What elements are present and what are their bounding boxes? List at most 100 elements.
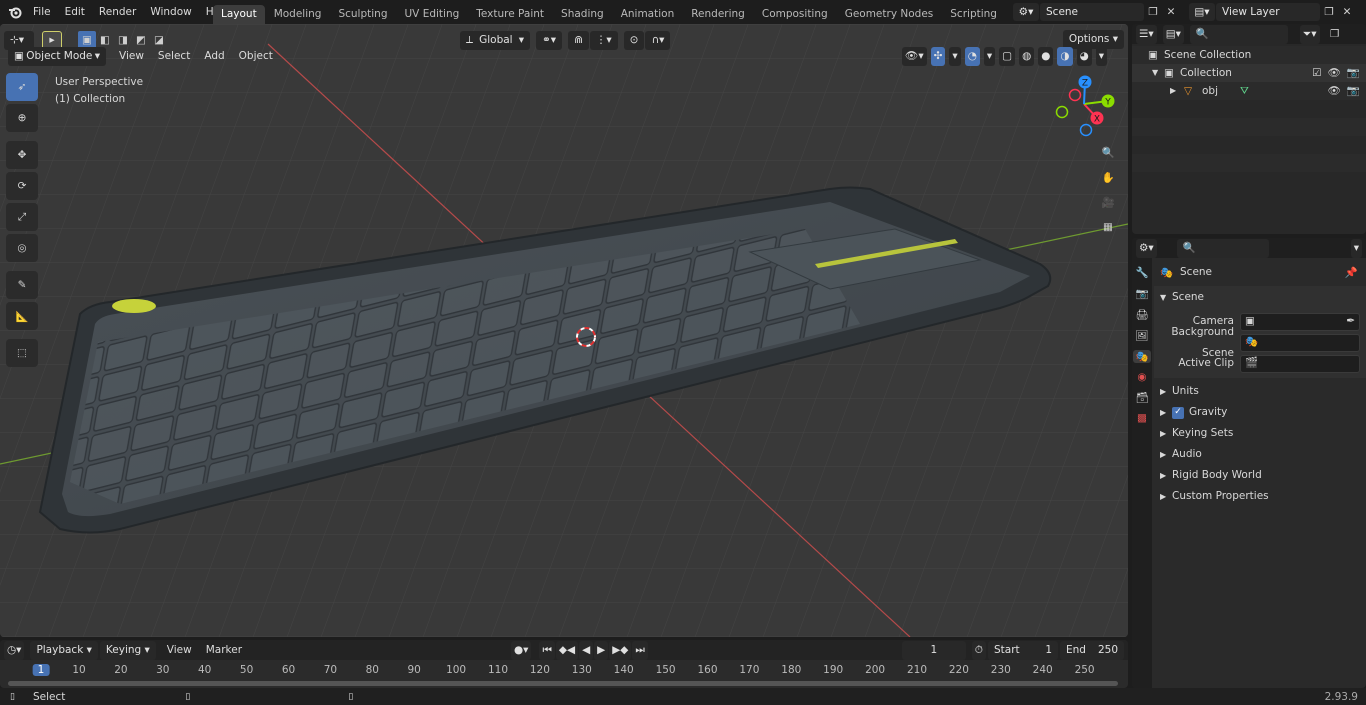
scene-tab-icon[interactable]: 🎭 [1133, 350, 1151, 363]
solid-shading-icon[interactable]: ● [1038, 46, 1054, 66]
menu-file[interactable]: File [26, 0, 58, 24]
camera-field[interactable]: ▣ ✒ [1240, 311, 1360, 332]
delete-view-layer-icon[interactable]: ✕ [1338, 3, 1356, 21]
current-frame-field[interactable]: 1 [901, 640, 966, 660]
preview-range-icon[interactable]: ⏱ [971, 640, 986, 660]
custom-properties-panel[interactable]: ▶ Custom Properties [1154, 486, 1366, 507]
timeline-view-menu[interactable]: View [160, 640, 199, 660]
transform-orientation-dropdown[interactable]: ⟂ Global ▾ [460, 30, 530, 50]
texture-tab-icon[interactable]: ▩ [1137, 412, 1147, 424]
overlay-toggle-icon[interactable]: ◔ [964, 46, 980, 66]
visibility-eye-icon[interactable]: 👁 [1328, 82, 1341, 100]
scene-type-icon[interactable]: ⚙▾ [1013, 3, 1039, 21]
view-layer-type-icon[interactable]: ▤▾ [1189, 3, 1215, 21]
menu-add[interactable]: Add [197, 46, 231, 66]
menu-window[interactable]: Window [143, 0, 198, 24]
snap-toggle-icon[interactable]: ⋒ [568, 30, 589, 50]
display-mode-dropdown[interactable]: ▤▾ [1162, 24, 1184, 44]
next-keyframe-icon[interactable]: ▶◆ [609, 640, 632, 660]
world-tab-icon[interactable]: ◉ [1137, 371, 1146, 383]
collection-tab-icon[interactable]: 🗃 [1135, 391, 1148, 404]
zoom-icon[interactable]: 🔍 [1097, 142, 1119, 162]
prev-keyframe-icon[interactable]: ◆◀ [555, 640, 579, 660]
properties-search-input[interactable]: 🔍 [1176, 238, 1269, 258]
camera-view-icon[interactable]: 🎥 [1097, 192, 1119, 212]
object-mode-dropdown[interactable]: ▣ Object Mode ▾ [8, 46, 106, 66]
expand-arrow-icon[interactable]: ▶ [1170, 82, 1184, 100]
tool-tab-icon[interactable]: 🔧 [1135, 266, 1148, 279]
measure-tool-icon[interactable]: 📐 [6, 302, 38, 330]
falloff-dropdown[interactable]: ∩▾ [645, 30, 671, 50]
view-layer-field[interactable]: View Layer [1216, 3, 1320, 21]
menu-render[interactable]: Render [92, 0, 143, 24]
units-panel[interactable]: ▶ Units [1154, 381, 1366, 402]
outliner-editor-dropdown[interactable]: ☰▾ [1136, 24, 1157, 44]
tab-sculpting[interactable]: Sculpting [330, 5, 395, 24]
eyedropper-icon[interactable]: ✒ [1346, 311, 1355, 332]
new-view-layer-icon[interactable]: ❐ [1320, 3, 1338, 21]
annotate-tool-icon[interactable]: ✎ [6, 271, 38, 299]
end-frame-field[interactable]: End 250 [1060, 640, 1124, 660]
ortho-toggle-icon[interactable]: ▦ [1097, 217, 1119, 237]
keying-sets-panel[interactable]: ▶ Keying Sets [1154, 423, 1366, 444]
outliner-row-obj[interactable]: ▶ ▽ obj ⛛ 👁 📷 [1132, 82, 1366, 100]
visibility-eye-icon[interactable]: 👁 [1328, 64, 1341, 82]
outliner-row-collection[interactable]: ▼ ▣ Collection ☑ 👁 📷 [1132, 64, 1366, 82]
rotate-tool-icon[interactable]: ⟳ [6, 172, 38, 200]
transform-tool-icon[interactable]: ◎ [6, 234, 38, 262]
exclude-checkbox[interactable]: ☑ [1312, 64, 1321, 82]
tab-layout[interactable]: Layout [213, 5, 265, 24]
render-tab-icon[interactable]: 📷 [1135, 287, 1148, 300]
tab-texture-paint[interactable]: Texture Paint [468, 5, 552, 24]
tab-animation[interactable]: Animation [613, 5, 683, 24]
background-scene-field[interactable]: 🎭 [1240, 333, 1360, 352]
playback-menu[interactable]: Playback ▾ [30, 640, 98, 660]
wireframe-shading-icon[interactable]: ◍ [1019, 46, 1035, 66]
visibility-dropdown[interactable]: 👁▾ [902, 46, 927, 66]
menu-view[interactable]: View [112, 46, 151, 66]
new-collection-icon[interactable]: ❐ [1326, 25, 1344, 43]
properties-editor-dropdown[interactable]: ⚙▾ [1136, 238, 1157, 258]
play-reverse-icon[interactable]: ◀ [579, 640, 594, 660]
scene-name-field[interactable]: Scene [1040, 3, 1144, 21]
current-frame-marker[interactable]: 1 [32, 664, 50, 676]
gizmo-toggle-icon[interactable]: ✣ [930, 46, 946, 66]
menu-select[interactable]: Select [151, 46, 197, 66]
filter-icon[interactable]: ⏷▾ [1299, 24, 1320, 44]
properties-options-dropdown[interactable]: ▾ [1350, 238, 1362, 258]
shading-dropdown[interactable]: ▾ [1095, 46, 1108, 66]
material-shading-icon[interactable]: ◑ [1057, 46, 1073, 66]
pivot-point-dropdown[interactable]: ⚭▾ [536, 30, 563, 50]
expand-arrow-icon[interactable]: ▼ [1152, 64, 1164, 82]
jump-end-icon[interactable]: ⏭ [632, 640, 648, 660]
view-layer-tab-icon[interactable]: 🖼 [1135, 329, 1148, 342]
new-scene-icon[interactable]: ❐ [1144, 3, 1162, 21]
tab-shading[interactable]: Shading [553, 5, 612, 24]
play-icon[interactable]: ▶ [594, 640, 609, 660]
add-cube-tool-icon[interactable]: ⬚ [6, 339, 38, 367]
render-camera-icon[interactable]: 📷 [1347, 64, 1360, 82]
output-tab-icon[interactable]: 🖨 [1135, 308, 1148, 321]
render-camera-icon[interactable]: 📷 [1347, 82, 1360, 100]
delete-scene-icon[interactable]: ✕ [1162, 3, 1180, 21]
blender-logo-icon[interactable] [4, 5, 26, 19]
tab-rendering[interactable]: Rendering [683, 5, 753, 24]
rigid-body-world-panel[interactable]: ▶ Rigid Body World [1154, 465, 1366, 486]
snap-target-dropdown[interactable]: ⋮▾ [589, 30, 618, 50]
pin-icon[interactable]: 📌 [1345, 266, 1358, 279]
menu-edit[interactable]: Edit [58, 0, 92, 24]
keying-menu[interactable]: Keying ▾ [99, 640, 156, 660]
marker-menu[interactable]: Marker [199, 640, 249, 660]
3d-viewport[interactable]: ⊹▾ ▸ ▣ ◧ ◨ ◩ ◪ ⟂ Global ▾ ⚭▾ ⋒ ⋮▾ ⊙ ∩▾ O… [0, 24, 1128, 637]
timeline-editor-dropdown[interactable]: ◷▾ [4, 640, 25, 660]
proportional-edit-icon[interactable]: ⊙ [623, 30, 645, 50]
tab-compositing[interactable]: Compositing [754, 5, 836, 24]
timeline-scrollbar[interactable] [8, 681, 1118, 686]
tab-modeling[interactable]: Modeling [266, 5, 330, 24]
move-tool-icon[interactable]: ✥ [6, 141, 38, 169]
scene-panel-header[interactable]: ▼ Scene [1154, 286, 1366, 308]
select-tool-icon[interactable]: ➶ [6, 73, 38, 101]
outliner-row-scene-collection[interactable]: ▣ Scene Collection [1132, 46, 1366, 64]
gravity-checkbox[interactable]: ✓ [1172, 406, 1184, 419]
tab-scripting[interactable]: Scripting [942, 5, 1005, 24]
